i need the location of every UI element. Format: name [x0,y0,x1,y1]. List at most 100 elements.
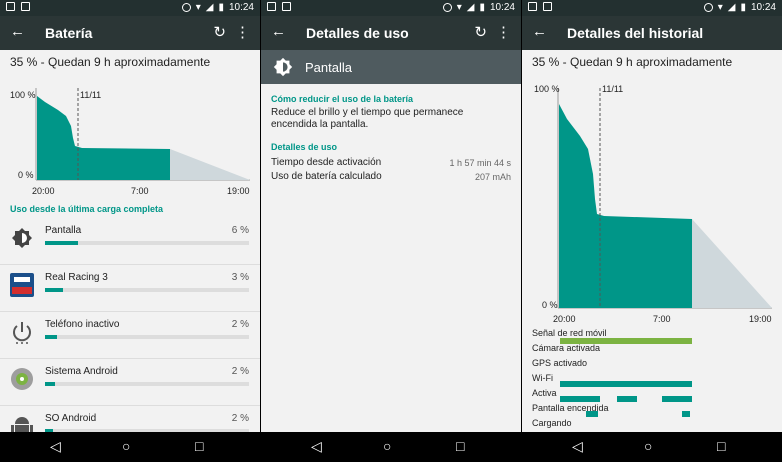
reduce-usage-title: Cómo reducir el uso de la batería [271,94,414,104]
nav-recents-icon[interactable]: □ [456,438,464,454]
nav-home-icon[interactable]: ○ [383,438,391,454]
battery-summary: 35 % - Quedan 9 h aproximadamente [532,55,733,69]
usage-bar [45,335,249,339]
usage-item-label: SO Android [45,413,97,424]
y-bottom-label: 0 % [18,170,34,180]
x-tick-row: 20:00 7:00 19:00 [0,186,260,200]
usage-section-title: Uso desde la última carga completa [10,204,164,214]
wifi-icon: ▾ [195,2,201,13]
nav-recents-icon[interactable]: □ [717,438,725,454]
history-chart: 100 % 0 % 11/11 [522,74,782,314]
status-bar: ▾ ◢ ▮ 10:24 [261,0,521,16]
status-bar: ▾ ◢ ▮ 10:24 [522,0,782,16]
legend-active-bar [617,396,637,402]
usage-bar-fill [45,288,64,292]
reduce-usage-text: Reduce el brillo y el tiempo que permane… [271,107,464,130]
brightness-icon [12,228,32,248]
battery-screen: ▾ ◢ ▮ 10:24 ← Batería ↻ ⋮ 35 % - Quedan 9 h… [0,0,260,462]
legend-screen-on-bar [682,411,690,417]
signal-icon: ◢ [205,2,214,13]
page-title: Batería [45,25,93,41]
battery-icon: ▮ [740,2,746,13]
image-notification-icon [21,2,30,11]
navigation-bar: ◁ ○ □ [522,432,782,462]
usage-item-idle-phone[interactable]: Teléfono inactivo 2 % [0,312,260,359]
y-top-label: 100 % [10,90,36,100]
battery-chart[interactable]: 100 % 0 % 11/11 [0,74,260,186]
app-bar: ← Detalles del historial [522,16,782,50]
usage-item-label: Real Racing 3 [45,272,108,283]
wifi-icon: ▾ [456,2,462,13]
usage-item-percent: 6 % [231,225,249,236]
battery-level-area [559,104,692,308]
nav-recents-icon[interactable]: □ [195,438,203,454]
battery-level-area [37,96,170,180]
history-legend: Señal de red móvil Cámara activada GPS a… [522,328,782,438]
usage-details-screen: ▾ ◢ ▮ 10:24 ← Detalles de uso ↻ ⋮ Pantalla … [261,0,521,462]
refresh-icon[interactable]: ↻ [474,23,487,41]
signal-icon: ◢ [466,2,475,13]
notification-icon [6,2,15,11]
app-header-title: Pantalla [305,60,352,75]
back-arrow-icon[interactable]: ← [10,23,25,40]
usage-item-real-racing[interactable]: Real Racing 3 3 % [0,265,260,312]
usage-item-percent: 3 % [231,272,249,283]
back-arrow-icon[interactable]: ← [271,23,286,40]
battery-summary: 35 % - Quedan 9 h aproximadamente [10,55,211,69]
x-tick-end: 19:00 [749,314,772,324]
detail-label: Uso de batería calculado [271,171,382,182]
battery-projection-area [692,219,772,308]
x-tick-mid: 7:00 [653,314,671,324]
detail-label: Tiempo desde activación [271,157,382,168]
x-tick-row: 20:00 7:00 19:00 [522,314,782,328]
android-system-icon [11,368,33,390]
nav-back-icon[interactable]: ◁ [50,438,61,455]
real-racing-app-icon [10,273,34,297]
usage-item-percent: 2 % [231,319,249,330]
legend-label: Wi-Fi [532,373,553,383]
usage-item-screen[interactable]: Pantalla 6 % [0,218,260,265]
y-top-label: 100 % [534,84,560,94]
usage-bar-fill [45,382,56,386]
date-marker-label: 11/11 [602,84,624,94]
image-notification-icon [543,2,552,11]
x-tick-mid: 7:00 [131,186,149,196]
legend-active-bar [560,396,600,402]
nav-home-icon[interactable]: ○ [122,438,130,454]
usage-item-percent: 2 % [231,366,249,377]
legend-label: Cámara activada [532,343,601,353]
nav-home-icon[interactable]: ○ [644,438,652,454]
detail-value: 207 mAh [474,172,511,182]
detail-row: Uso de batería calculado 207 mAh [271,171,511,185]
date-marker-label: 11/11 [80,90,102,100]
legend-wifi-bar [560,381,692,387]
y-bottom-label: 0 % [542,300,558,310]
back-arrow-icon[interactable]: ← [532,23,547,40]
overflow-menu-icon[interactable]: ⋮ [496,23,511,41]
usage-item-label: Sistema Android [45,366,118,377]
alarm-icon [181,3,191,12]
usage-item-percent: 2 % [231,413,249,424]
history-details-screen: ▾ ◢ ▮ 10:24 ← Detalles del historial 35 % -… [522,0,782,462]
battery-projection-area [170,149,250,180]
legend-label: Cargando [532,418,572,428]
usage-bar [45,382,249,386]
refresh-icon[interactable]: ↻ [213,23,226,41]
nav-back-icon[interactable]: ◁ [572,438,583,455]
legend-label: GPS activado [532,358,588,368]
usage-item-android-system[interactable]: Sistema Android 2 % [0,359,260,406]
notification-icon [267,2,276,11]
legend-active-bar [662,396,692,402]
app-bar: ← Detalles de uso ↻ ⋮ [261,16,521,50]
legend-screen-on-bar [586,411,598,417]
x-tick-end: 19:00 [227,186,250,196]
overflow-menu-icon[interactable]: ⋮ [235,23,250,41]
navigation-bar: ◁ ○ □ [261,432,521,462]
wifi-icon: ▾ [717,2,723,13]
nav-back-icon[interactable]: ◁ [311,438,322,455]
usage-item-label: Teléfono inactivo [45,319,120,330]
app-bar: ← Batería ↻ ⋮ [0,16,260,50]
usage-item-label: Pantalla [45,225,82,236]
usage-bar [45,241,249,245]
status-time: 10:24 [750,2,776,13]
